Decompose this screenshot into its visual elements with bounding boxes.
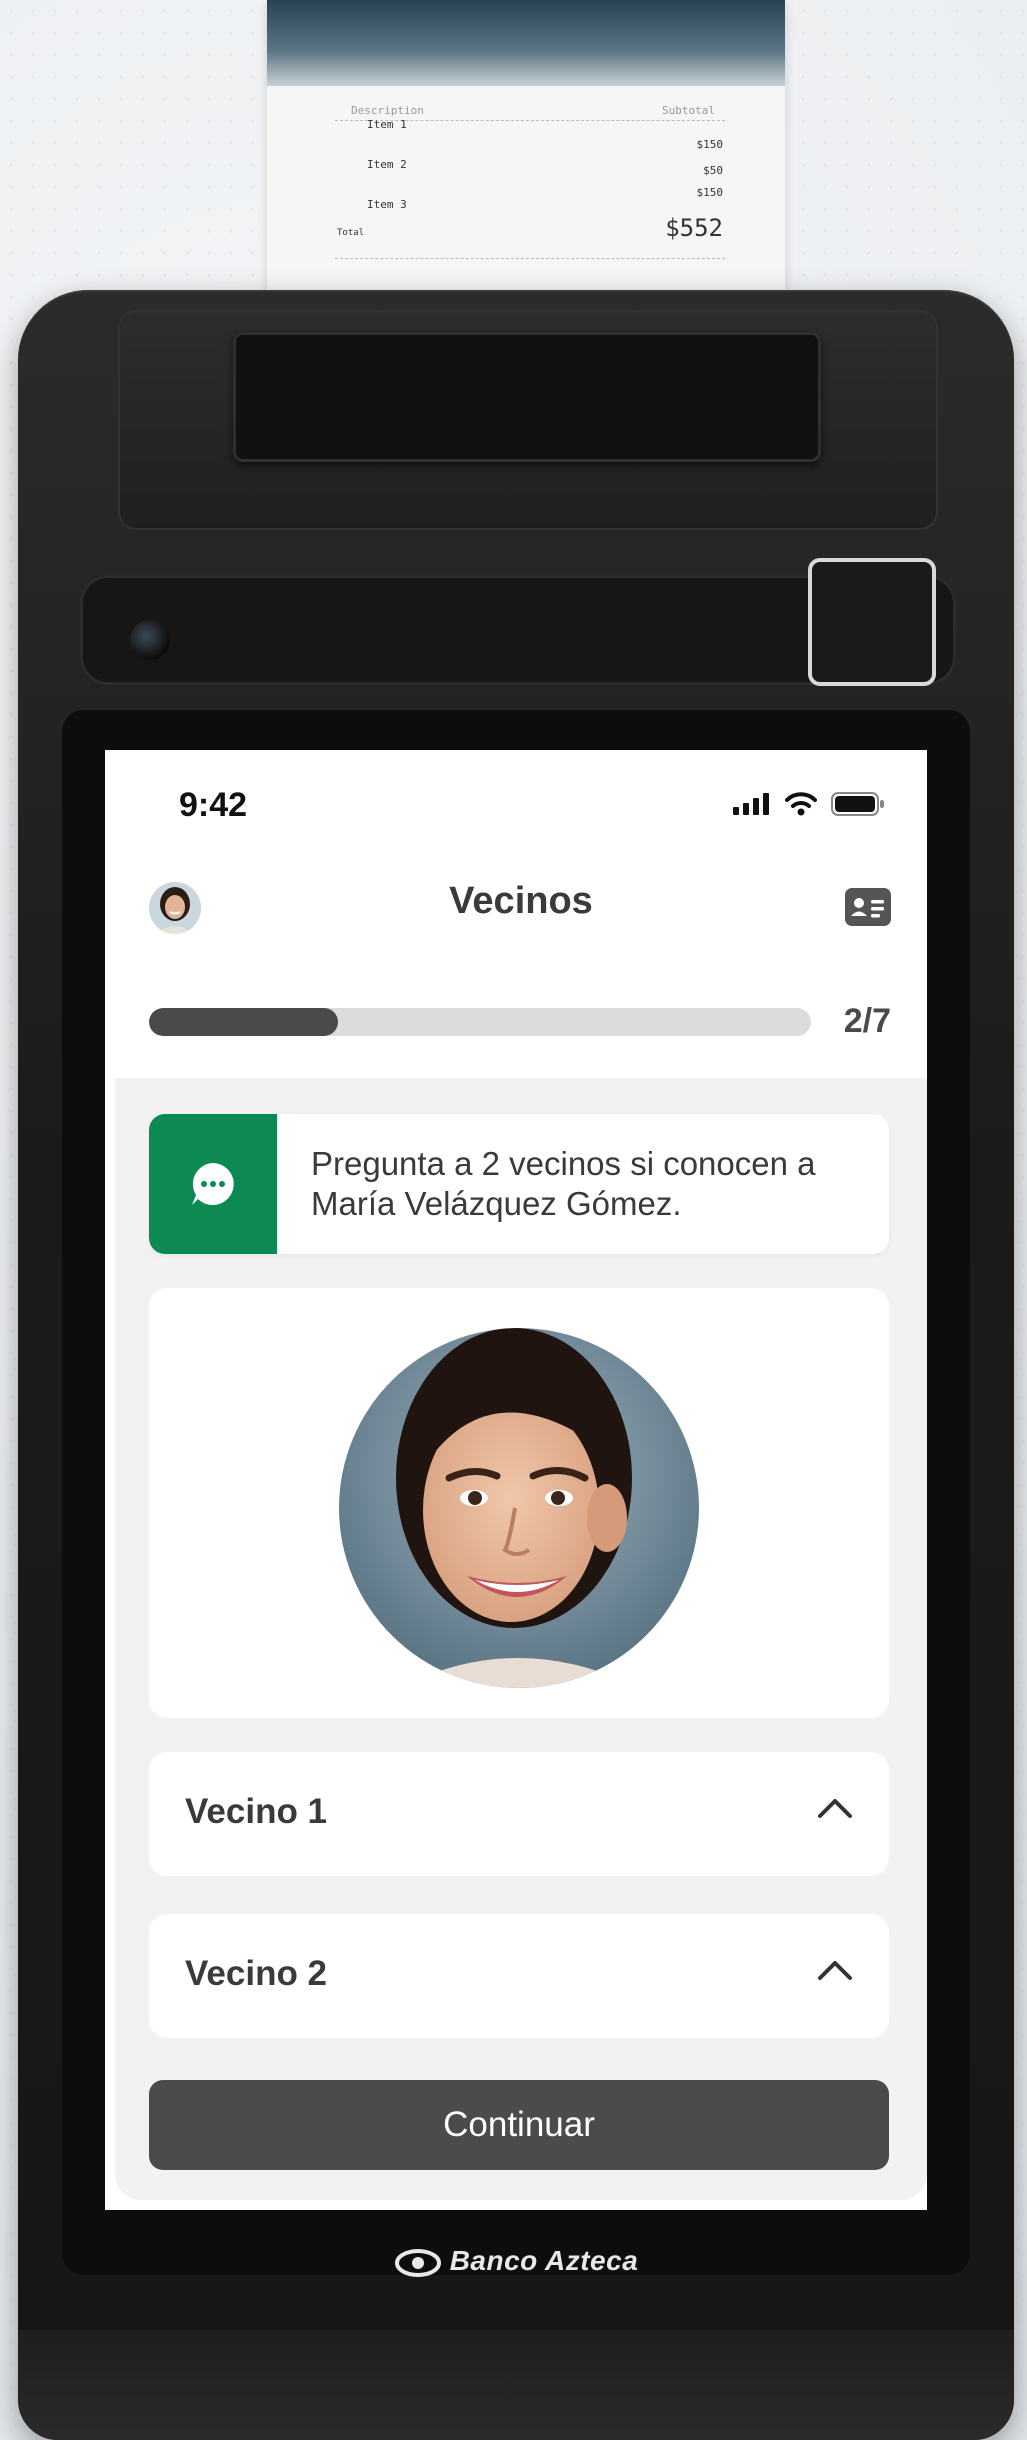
receipt-total-label: Total (337, 228, 365, 238)
page-title: Vecinos (449, 880, 593, 922)
receipt-item-label: Item 1 (367, 118, 407, 131)
receipt-item-label: Item 3 (367, 198, 407, 211)
accordion-vecino-1[interactable]: Vecino 1 (149, 1752, 889, 1876)
app-header: Vecinos 2/7 (115, 840, 927, 1078)
chevron-up-icon[interactable] (817, 1796, 853, 1820)
progress-bar (149, 1008, 811, 1036)
device-bottom (18, 2330, 1014, 2440)
accordion-vecino-2[interactable]: Vecino 2 (149, 1914, 889, 2038)
brand-name: Banco Azteca (449, 2245, 639, 2276)
receipt-item-label: Item 2 (367, 158, 407, 171)
camera-icon (130, 620, 170, 660)
status-icons (733, 792, 885, 816)
instruction-card: Pregunta a 2 vecinos si conocen a María … (149, 1114, 889, 1254)
receipt-divider (335, 258, 725, 259)
person-portrait-image (339, 1328, 699, 1688)
wifi-icon (785, 792, 817, 816)
receipt-item-price: $50 (703, 164, 723, 177)
accordion-label: Vecino 2 (185, 1954, 328, 1993)
printed-receipt: Description Subtotal Item 1 $150 Item 2 … (267, 0, 785, 330)
banco-azteca-logo-icon (394, 2248, 441, 2277)
person-photo-card (149, 1288, 889, 1718)
receipt-col-subtotal: Subtotal (662, 104, 715, 117)
chevron-up-icon[interactable] (817, 1958, 853, 1982)
id-card-icon (851, 898, 884, 918)
chat-bubble-icon (192, 1163, 234, 1205)
accordion-label: Vecino 1 (185, 1792, 328, 1831)
signal-icon (733, 793, 769, 815)
id-card-button[interactable] (845, 888, 891, 926)
continue-button[interactable]: Continuar (149, 2080, 889, 2170)
instruction-text: Pregunta a 2 vecinos si conocen a María … (311, 1145, 816, 1222)
instruction-icon-box (149, 1114, 277, 1254)
fingerprint-reader[interactable] (808, 558, 936, 686)
receipt-item-price: $150 (696, 138, 724, 151)
device-screen: 9:42 Vecinos 2/7 Pregunta a 2 vecinos si… (105, 750, 927, 2210)
progress-bar-fill (149, 1008, 338, 1036)
person-photo (339, 1328, 699, 1688)
receipt-item-price: $150 (696, 186, 724, 199)
printer-slot (233, 332, 821, 462)
app-content: Vecinos 2/7 Pregunta a 2 vecinos si cono… (115, 840, 927, 2200)
progress-label: 2/7 (843, 1002, 891, 1040)
brand-logo: Banco Azteca (18, 2245, 1014, 2278)
status-time: 9:42 (179, 786, 248, 824)
receipt-col-description: Description (351, 104, 424, 117)
receipt-header-graphic (267, 0, 785, 86)
receipt-total-value: $552 (665, 214, 723, 242)
battery-icon (831, 792, 884, 816)
status-bar: 9:42 (105, 750, 927, 840)
